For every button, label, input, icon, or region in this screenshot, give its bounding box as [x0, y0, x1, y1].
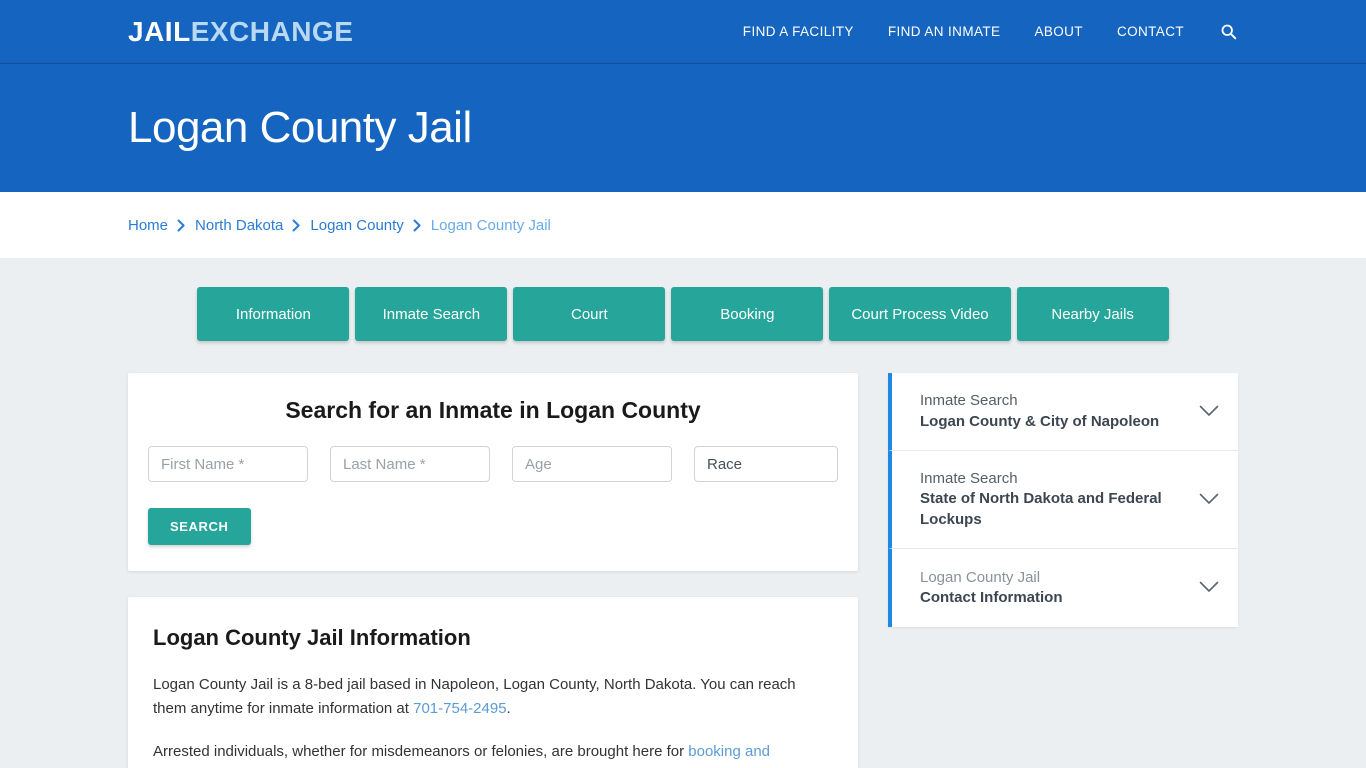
site-header: JAILEXCHANGE FIND A FACILITY FIND AN INM… — [0, 0, 1366, 64]
nav-item-find-a-facility[interactable]: FIND A FACILITY — [743, 24, 854, 39]
phone-number-link[interactable]: 701-754-2495 — [413, 700, 506, 717]
race-select[interactable]: Race — [694, 446, 838, 482]
inmate-search-card: Search for an Inmate in Logan County Rac… — [128, 373, 858, 571]
accordion-line-1: Logan County Jail — [920, 568, 1041, 586]
accordion-line-1: Inmate Search — [920, 470, 1018, 487]
accordion-label: Inmate Search Logan County & City of Nap… — [920, 391, 1188, 432]
sidebar-accordion: Inmate Search Logan County & City of Nap… — [888, 373, 1238, 627]
accordion-line-1: Inmate Search — [920, 392, 1018, 410]
chevron-right-icon — [292, 219, 301, 232]
breadcrumb-bar: Home North Dakota Logan County Logan Cou… — [0, 192, 1366, 258]
main-column: Search for an Inmate in Logan County Rac… — [128, 373, 858, 768]
page-body: Information Inmate Search Court Booking … — [0, 258, 1366, 768]
info-p2-text-a: Arrested individuals, whether for misdem… — [153, 742, 689, 760]
facility-tab-bar: Information Inmate Search Court Booking … — [0, 287, 1366, 341]
nav-item-contact[interactable]: CONTACT — [1117, 24, 1184, 39]
chevron-right-icon — [413, 219, 422, 232]
breadcrumb-item-current[interactable]: Logan County Jail — [431, 217, 551, 234]
nav-item-about[interactable]: ABOUT — [1034, 24, 1083, 39]
last-name-input[interactable] — [330, 446, 490, 482]
inmate-search-heading: Search for an Inmate in Logan County — [285, 397, 701, 423]
breadcrumb-item-logan-county[interactable]: Logan County — [310, 217, 403, 234]
accordion-label: Inmate Search State of North Dakota and … — [920, 469, 1188, 530]
chevron-right-icon — [177, 219, 186, 232]
site-logo[interactable]: JAILEXCHANGE — [128, 15, 354, 47]
tab-booking[interactable]: Booking — [671, 287, 824, 341]
tab-inmate-search[interactable]: Inmate Search — [355, 287, 508, 341]
jail-information-card: Logan County Jail Information Logan Coun… — [128, 597, 858, 768]
chevron-down-icon[interactable] — [1198, 401, 1220, 423]
tab-nearby-jails[interactable]: Nearby Jails — [1016, 287, 1169, 341]
breadcrumb-item-home[interactable]: Home — [128, 217, 168, 234]
accordion-item-inmate-search-county[interactable]: Inmate Search Logan County & City of Nap… — [888, 373, 1238, 451]
search-icon[interactable] — [1218, 22, 1238, 42]
inmate-search-form: Race — [148, 446, 838, 482]
page-title-band: Logan County Jail — [0, 64, 1366, 192]
accordion-item-contact-information[interactable]: Logan County Jail Contact Information — [888, 548, 1238, 627]
accordion-line-2: State of North Dakota and Federal Lockup… — [920, 490, 1162, 528]
breadcrumb: Home North Dakota Logan County Logan Cou… — [128, 217, 551, 234]
logo-text-secondary: EXCHANGE — [190, 15, 354, 47]
information-heading: Logan County Jail Information — [153, 625, 471, 650]
accordion-label: Logan County Jail Contact Information — [920, 568, 1188, 609]
content-columns: Search for an Inmate in Logan County Rac… — [0, 373, 1366, 768]
accordion-line-2: Logan County & City of Napoleon — [920, 412, 1160, 430]
sidebar-column: Inmate Search Logan County & City of Nap… — [888, 373, 1238, 627]
accordion-line-2: Contact Information — [920, 588, 1063, 606]
first-name-input[interactable] — [148, 446, 308, 482]
page-title: Logan County Jail — [128, 102, 472, 152]
chevron-down-icon[interactable] — [1198, 488, 1220, 510]
information-paragraph-1: Logan County Jail is a 8-bed jail based … — [153, 673, 833, 722]
main-navigation: FIND A FACILITY FIND AN INMATE ABOUT CON… — [743, 22, 1238, 42]
breadcrumb-item-north-dakota[interactable]: North Dakota — [195, 217, 283, 234]
information-paragraph-2: Arrested individuals, whether for misdem… — [153, 740, 833, 768]
accordion-item-inmate-search-state[interactable]: Inmate Search State of North Dakota and … — [888, 451, 1238, 549]
chevron-down-icon[interactable] — [1198, 577, 1220, 599]
info-p1-text-b: . — [506, 700, 511, 718]
tab-court[interactable]: Court — [513, 287, 666, 341]
tab-information[interactable]: Information — [197, 287, 350, 341]
tab-court-process-video[interactable]: Court Process Video — [829, 287, 1011, 341]
search-button[interactable]: SEARCH — [148, 508, 251, 545]
logo-text-primary: JAIL — [128, 15, 191, 47]
age-input[interactable] — [512, 446, 672, 482]
nav-item-find-an-inmate[interactable]: FIND AN INMATE — [888, 24, 1001, 39]
